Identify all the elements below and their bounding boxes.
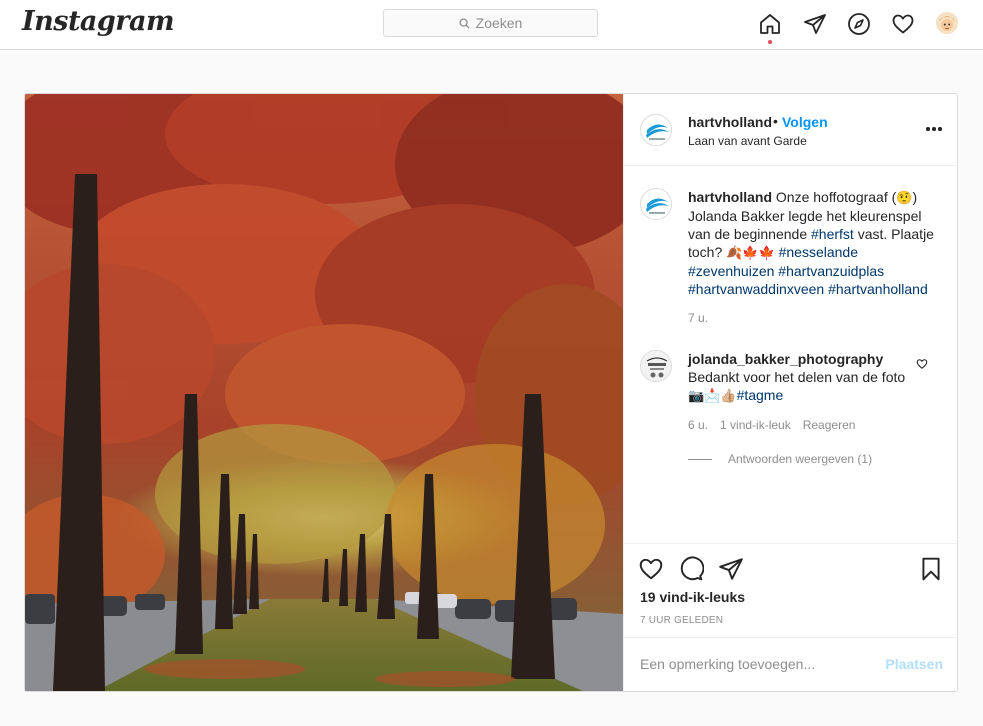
likes-count[interactable]: 19 vind-ik-leuks — [640, 589, 745, 605]
bookmark-icon[interactable] — [918, 556, 944, 582]
post-comment-button[interactable]: Plaatsen — [885, 656, 943, 672]
notification-dot — [768, 40, 772, 44]
caption-text-1: Onze hoffotograaf ( — [772, 189, 897, 205]
like-icon[interactable] — [638, 556, 664, 582]
share-icon[interactable] — [718, 556, 744, 582]
author-username[interactable]: hartvholland — [688, 114, 772, 130]
caption-username[interactable]: hartvholland — [688, 189, 772, 205]
comment-text: Bedankt voor het delen van de foto — [688, 369, 906, 385]
commenter-username[interactable]: jolanda_bakker_photography — [688, 351, 883, 367]
comment-like-icon[interactable] — [916, 358, 928, 370]
profile-avatar[interactable] — [936, 12, 958, 34]
explore-icon[interactable] — [847, 12, 871, 36]
nav-icon-group — [0, 12, 983, 38]
hashtag-herfst[interactable]: #herfst — [811, 226, 854, 242]
hashtag-tagme[interactable]: #tagme — [737, 387, 784, 403]
hashtag-hartvanholland[interactable]: #hartvanholland — [828, 281, 928, 297]
post-photo[interactable] — [25, 94, 623, 691]
view-replies-button[interactable]: Antwoorden weergeven (1) — [688, 452, 872, 466]
hashtag-nesselande[interactable]: #nesselande — [779, 244, 858, 260]
hashtag-zevenhuizen[interactable]: #zevenhuizen — [688, 263, 774, 279]
add-comment-bar: Een opmerking toevoegen... Plaatsen — [624, 637, 957, 691]
post-header: hartvholland • Volgen Laan van avant Gar… — [624, 94, 957, 166]
activity-heart-icon[interactable] — [891, 12, 915, 36]
post-card: hartvholland • Volgen Laan van avant Gar… — [24, 93, 958, 692]
post-caption: hartvholland Onze hoffotograaf (🤨) Jolan… — [688, 188, 938, 298]
commenter-avatar[interactable] — [640, 350, 672, 382]
post-time[interactable]: 7 UUR GELEDEN — [640, 615, 723, 626]
hashtag-hartvanzuidplas[interactable]: #hartvanzuidplas — [778, 263, 884, 279]
reply-button[interactable]: Reageren — [803, 418, 856, 432]
replies-line — [688, 458, 712, 460]
comment-icon[interactable] — [678, 556, 704, 582]
comment-meta: 6 u. 1 vind-ik-leuk Reageren — [688, 418, 855, 432]
caption-timestamp[interactable]: 7 u. — [688, 311, 708, 325]
separator-dot: • — [773, 113, 778, 129]
hashtag-hartvanwaddinxveen[interactable]: #hartvanwaddinxveen — [688, 281, 824, 297]
comment-item: jolanda_bakker_photography Bedankt voor … — [688, 350, 918, 405]
caption-emoji-face: 🤨 — [896, 190, 913, 205]
comment-time[interactable]: 6 u. — [688, 418, 708, 432]
caption-emojis: 🍂🍁🍁 — [726, 245, 775, 260]
view-replies-label: Antwoorden weergeven (1) — [728, 452, 873, 466]
post-actions — [624, 543, 957, 593]
caption-author-avatar[interactable] — [640, 188, 672, 220]
add-comment-input[interactable]: Een opmerking toevoegen... — [640, 656, 815, 672]
home-icon[interactable] — [758, 12, 782, 36]
follow-button[interactable]: Volgen — [782, 114, 828, 130]
post-location[interactable]: Laan van avant Garde — [688, 134, 807, 148]
comment-emojis: 📷📩👍🏼 — [688, 388, 737, 403]
post-sidebar: hartvholland • Volgen Laan van avant Gar… — [623, 94, 957, 691]
more-options-icon[interactable] — [924, 121, 944, 137]
top-navigation-bar: Instagram Zoeken — [0, 0, 983, 50]
author-avatar[interactable] — [640, 114, 672, 146]
comment-likes[interactable]: 1 vind-ik-leuk — [720, 418, 791, 432]
direct-icon[interactable] — [803, 12, 827, 36]
